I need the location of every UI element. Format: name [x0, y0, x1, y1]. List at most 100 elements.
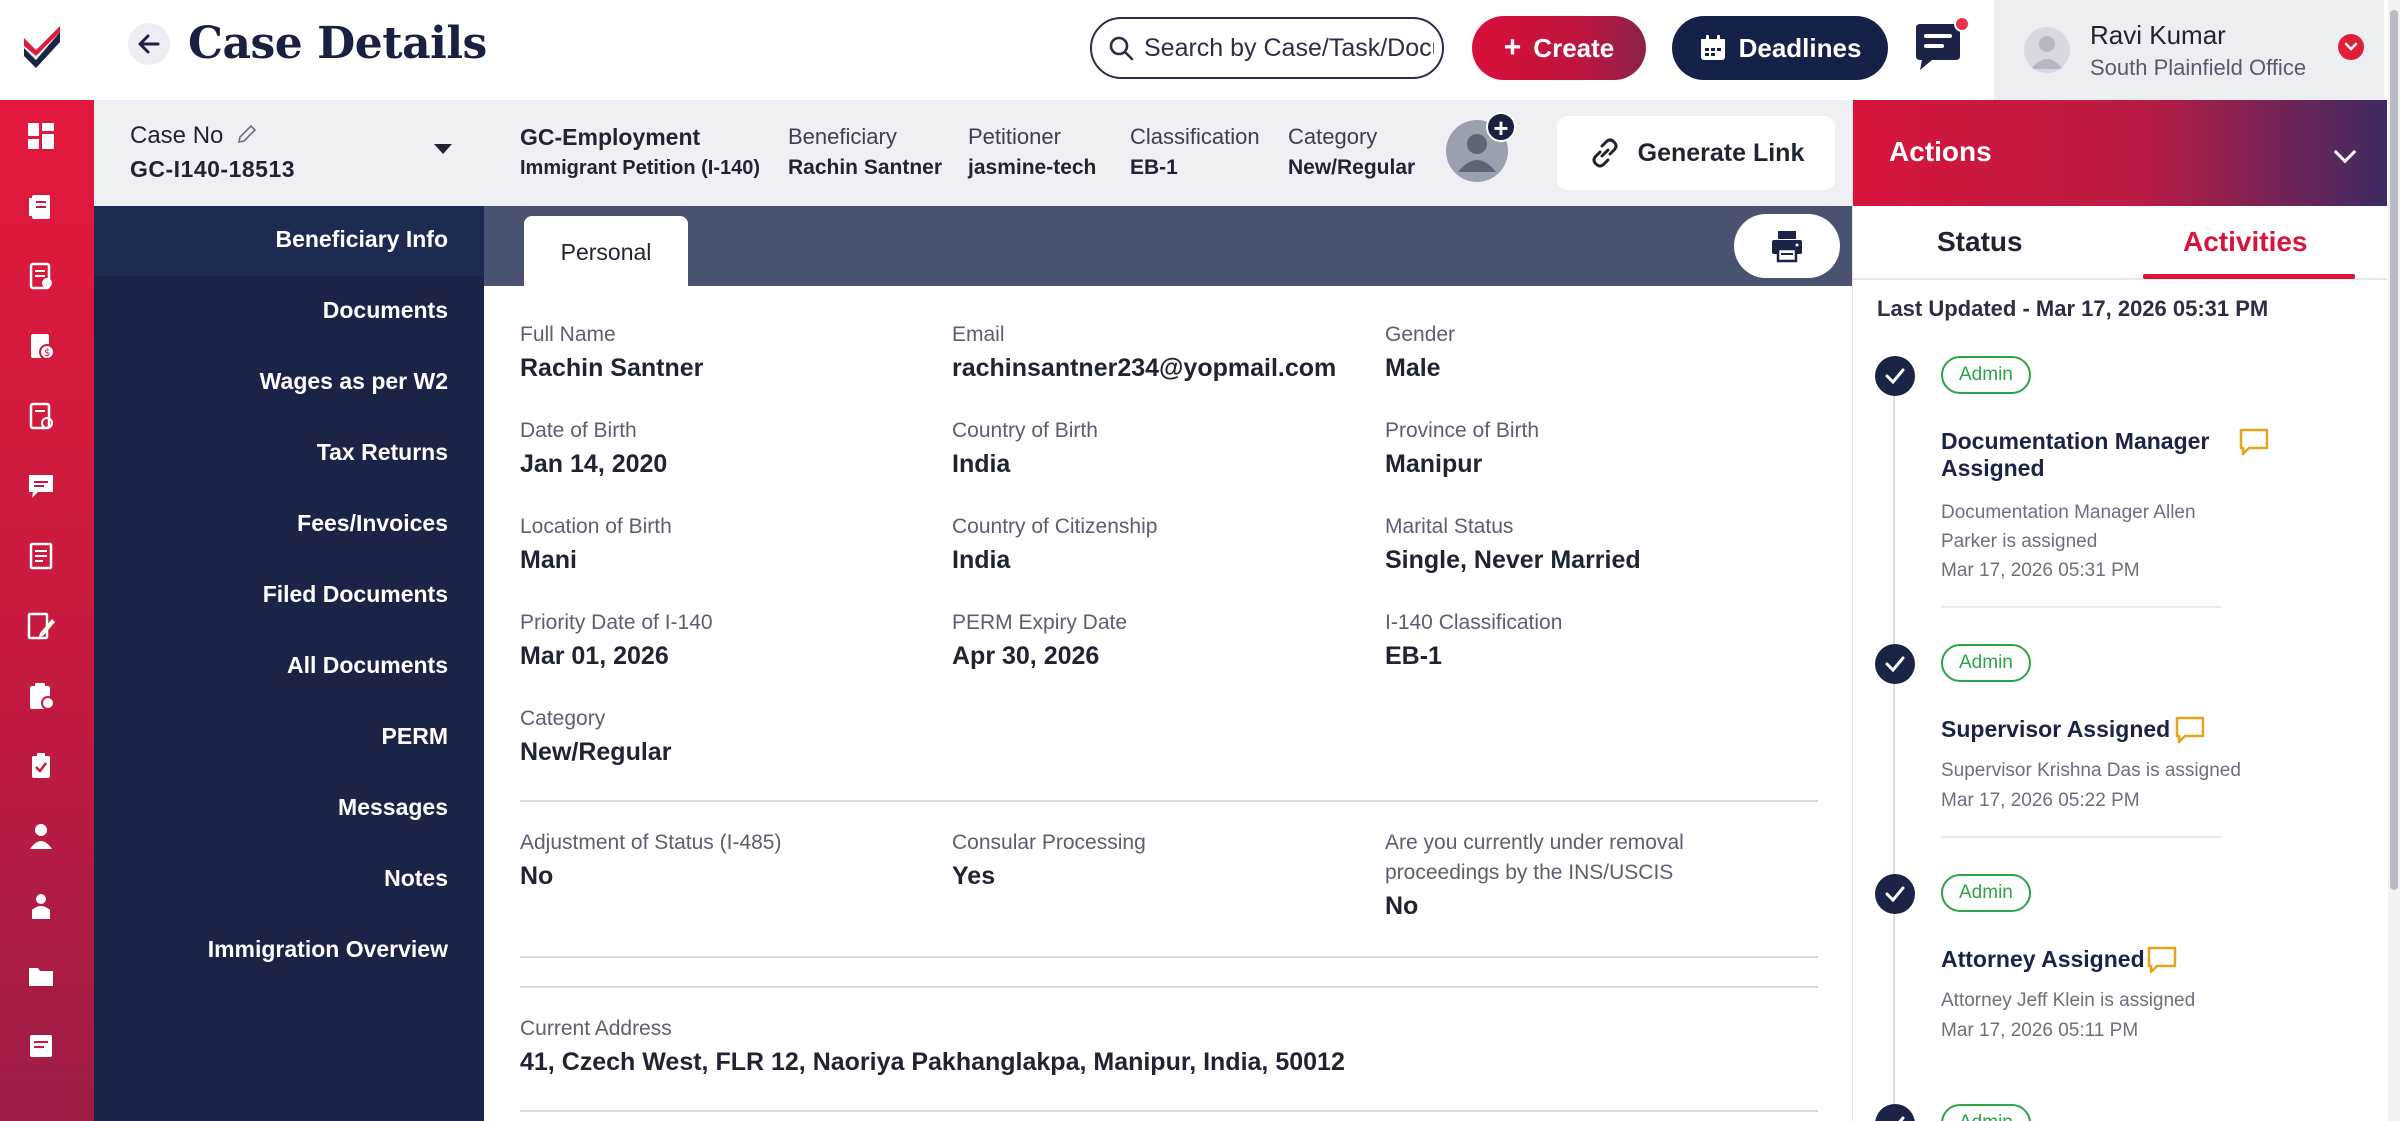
create-button[interactable]: + Create	[1472, 16, 1646, 80]
sidenav-item-fees-invoices[interactable]: Fees/Invoices	[297, 510, 448, 537]
actions-header[interactable]: Actions	[1853, 100, 2387, 206]
field-perm-expiry: PERM Expiry Date Apr 30, 2026	[952, 608, 1127, 671]
create-label: Create	[1533, 32, 1615, 63]
avatar	[2024, 27, 2070, 73]
search-icon	[1109, 36, 1134, 61]
tab-personal[interactable]: Personal	[524, 216, 688, 288]
people-icon[interactable]	[23, 888, 59, 924]
tasks-icon[interactable]	[23, 748, 59, 784]
sidenav-item-tax-returns[interactable]: Tax Returns	[317, 439, 448, 466]
comment-icon[interactable]	[2175, 716, 2205, 744]
sidenav-item-perm[interactable]: PERM	[382, 723, 448, 750]
edit-docs-icon[interactable]	[23, 608, 59, 644]
deadlines-label: Deadlines	[1738, 32, 1862, 63]
classification-label: Classification	[1130, 124, 1260, 149]
notes-icon[interactable]	[23, 538, 59, 574]
tab-activities[interactable]: Activities	[2183, 226, 2308, 258]
print-button[interactable]	[1734, 214, 1840, 278]
activity-description: Documentation Manager Allen Parker is as…	[1941, 502, 2196, 552]
field-value: Rachin Santner	[520, 354, 704, 382]
activity-separator	[1941, 606, 2221, 608]
field-label: Category	[520, 707, 606, 730]
sidenav-item-wages[interactable]: Wages as per W2	[260, 368, 448, 395]
deadlines-button[interactable]: Deadlines	[1672, 16, 1888, 80]
page-title: Case Details	[188, 18, 487, 69]
scrollbar-thumb[interactable]	[2390, 10, 2398, 890]
field-email: Email rachinsantner234@yopmail.com	[952, 320, 1336, 383]
invoices-icon[interactable]: $	[23, 328, 59, 364]
field-value: Manipur	[1385, 450, 1483, 478]
tab-status[interactable]: Status	[1937, 226, 2023, 258]
check-icon	[1875, 874, 1915, 914]
field-current-address: Current Address 41, Czech West, FLR 12, …	[520, 1014, 1345, 1077]
petitioner-label: Petitioner	[968, 124, 1061, 149]
back-button[interactable]	[128, 23, 170, 65]
reports-icon[interactable]	[23, 1028, 59, 1064]
field-location-of-birth: Location of Birth Mani	[520, 512, 672, 575]
activity-title: Attorney Assigned	[1941, 946, 2145, 972]
comment-icon[interactable]	[2147, 946, 2177, 974]
sidenav-item-documents[interactable]: Documents	[323, 297, 448, 324]
person-icon[interactable]	[23, 818, 59, 854]
sidenav-item-messages[interactable]: Messages	[338, 794, 448, 821]
app-logo-icon[interactable]	[20, 24, 64, 72]
sidenav-item-filed-documents[interactable]: Filed Documents	[263, 581, 448, 608]
comment-icon[interactable]	[2239, 428, 2269, 456]
role-badge: Admin	[1941, 1104, 2031, 1121]
link-icon	[1592, 138, 1618, 168]
last-updated: Last Updated - Mar 17, 2026 05:31 PM	[1877, 296, 2269, 321]
field-label: Email	[952, 323, 1005, 346]
category-info: Category New/Regular	[1288, 124, 1415, 180]
generate-link-button[interactable]: Generate Link	[1557, 116, 1835, 190]
add-user-plus-icon[interactable]: +	[1486, 112, 1516, 142]
search-input[interactable]	[1144, 33, 1434, 63]
beneficiary-value: Rachin Santner	[788, 156, 943, 179]
chevron-down-icon[interactable]	[2338, 34, 2364, 60]
documents-icon[interactable]	[23, 258, 59, 294]
field-country-of-citizenship: Country of Citizenship India	[952, 512, 1157, 575]
folder-icon[interactable]	[23, 958, 59, 994]
sidenav-item-notes[interactable]: Notes	[384, 865, 448, 892]
cases-icon[interactable]	[23, 188, 59, 224]
field-label: I-140 Classification	[1385, 611, 1563, 634]
chevron-down-icon[interactable]	[2333, 140, 2357, 164]
field-value: Jan 14, 2020	[520, 450, 668, 478]
field-removal-proceedings: Are you currently under removal proceedi…	[1385, 828, 1705, 921]
case-number: GC-I140-18513	[130, 156, 296, 182]
field-value: India	[952, 546, 1011, 574]
field-label: Date of Birth	[520, 419, 637, 442]
field-label: Gender	[1385, 323, 1456, 346]
field-date-of-birth: Date of Birth Jan 14, 2020	[520, 416, 667, 479]
case-select-caret-icon[interactable]	[434, 144, 452, 154]
field-full-name: Full Name Rachin Santner	[520, 320, 703, 383]
field-value: Mar 01, 2026	[520, 642, 669, 670]
field-label: Current Address	[520, 1017, 672, 1040]
field-value: 41, Czech West, FLR 12, Naoriya Pakhangl…	[520, 1048, 1345, 1076]
clipboard-icon[interactable]	[23, 678, 59, 714]
dashboard-icon[interactable]	[23, 118, 59, 154]
sidenav-item-beneficiary-info[interactable]: Beneficiary Info	[275, 226, 448, 253]
timeline-line	[1893, 380, 1895, 1121]
field-label: Adjustment of Status (I-485)	[520, 831, 782, 854]
forms-icon[interactable]	[23, 398, 59, 434]
sidenav-item-immigration-overview[interactable]: Immigration Overview	[208, 936, 448, 963]
messages-icon[interactable]	[23, 468, 59, 504]
edit-icon[interactable]	[236, 123, 258, 145]
activity-title: Documentation Manager Assigned	[1941, 428, 2210, 481]
personal-details-panel: Full Name Rachin Santner Email rachinsan…	[484, 286, 1852, 1121]
field-label: Full Name	[520, 323, 616, 346]
search-box[interactable]	[1090, 17, 1444, 79]
field-category: Category New/Regular	[520, 704, 671, 767]
divider	[520, 986, 1818, 988]
field-value: New/Regular	[520, 738, 672, 766]
case-type-title: GC-Employment	[520, 124, 701, 150]
sidenav-item-all-documents[interactable]: All Documents	[287, 652, 448, 679]
role-badge: Admin	[1941, 356, 2031, 394]
chat-button[interactable]	[1912, 16, 1970, 74]
field-value: Yes	[952, 862, 996, 890]
calendar-icon	[1700, 35, 1725, 60]
field-value: No	[520, 862, 554, 890]
field-value: EB-1	[1385, 642, 1442, 670]
field-label: Country of Birth	[952, 419, 1098, 442]
user-menu[interactable]: Ravi Kumar South Plainfield Office	[1994, 0, 2384, 100]
